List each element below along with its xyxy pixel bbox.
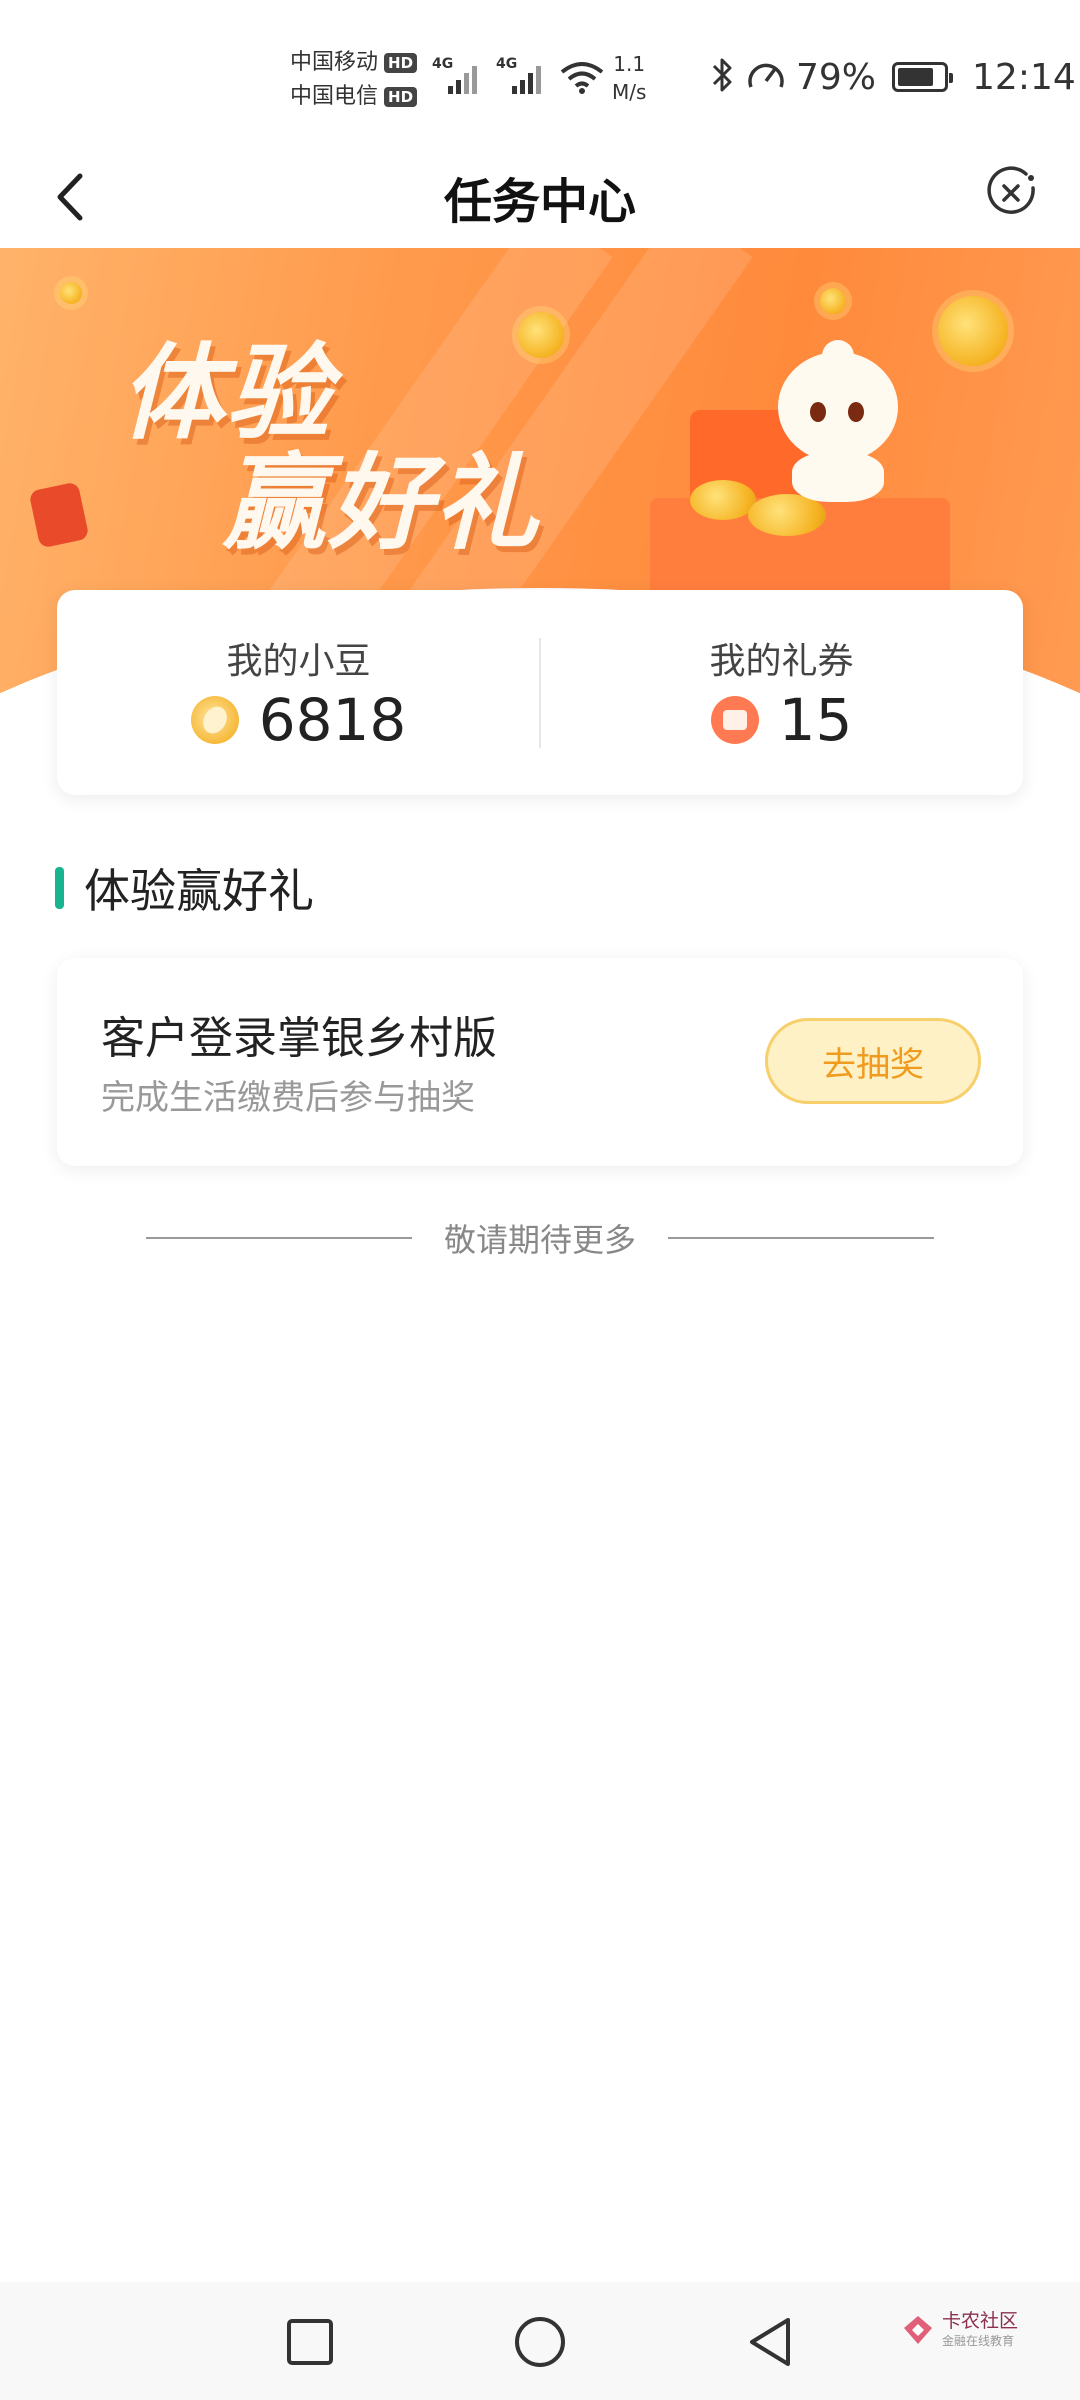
signal-icon: 4G [432, 56, 490, 102]
battery-percent: 79% [796, 56, 877, 98]
coming-soon-divider: 敬请期待更多 [146, 1212, 935, 1264]
signal-icon: 4G [496, 56, 554, 102]
system-nav-bar: 卡农社区 金融在线教育 [0, 2282, 1080, 2400]
recent-apps-button[interactable] [280, 2312, 340, 2372]
status-bar: 中国移动 HD 中国电信 HD 4G 4G 1.1 M/s 79% 12:14 [0, 0, 1080, 140]
speed-unit: M/s [612, 80, 647, 104]
coin-pile-icon [690, 480, 756, 520]
task-title: 客户登录掌银乡村版 [101, 1013, 497, 1064]
section-accent-bar [55, 867, 64, 909]
coin-decoration-icon [820, 288, 846, 314]
coin-decoration-icon [938, 296, 1008, 366]
carrier-2-label: 中国电信 [290, 84, 379, 109]
network-speed: 1.1 M/s [612, 50, 646, 106]
coupon-icon [710, 696, 759, 744]
speed-value: 1.1 [613, 52, 646, 76]
bean-icon [190, 696, 239, 744]
carrier-1-label: 中国移动 [290, 50, 379, 75]
watermark: 卡农社区 金融在线教育 [900, 2310, 1018, 2349]
coin-decoration-icon [518, 312, 564, 358]
bluetooth-icon [710, 56, 736, 98]
beans-label: 我的小豆 [226, 641, 371, 682]
triangle-back-icon [750, 2318, 790, 2366]
battery-icon [892, 62, 954, 92]
coin-decoration-icon [60, 282, 82, 304]
status-right: 79% 12:14 [710, 56, 1076, 98]
network-type-label: 4G [496, 56, 518, 72]
banner-headline-2: 赢好礼 [222, 442, 541, 564]
coming-soon-text: 敬请期待更多 [444, 1221, 637, 1259]
home-button[interactable] [510, 2312, 570, 2372]
speedometer-icon [746, 57, 786, 97]
hd-badge: HD [384, 53, 418, 73]
nav-bar: 任务中心 [0, 140, 1080, 250]
coupons-value: 15 [778, 686, 853, 754]
divider-line [146, 1237, 412, 1239]
watermark-logo-icon [904, 2315, 932, 2344]
close-button[interactable] [976, 158, 1046, 228]
task-card: 客户登录掌银乡村版 完成生活缴费后参与抽奖 去抽奖 [57, 958, 1023, 1166]
my-coupons[interactable]: 我的礼券 15 [540, 590, 1023, 795]
network-type-label: 4G [432, 56, 454, 72]
circle-icon [515, 2317, 565, 2367]
carrier-info: 中国移动 HD 中国电信 HD [290, 46, 418, 114]
task-description: 完成生活缴费后参与抽奖 [101, 1078, 475, 1118]
battery-cap [949, 73, 954, 83]
points-card: 我的小豆 6818 我的礼券 15 [57, 590, 1023, 795]
mascot-icon [778, 340, 898, 502]
clock: 12:14 [972, 56, 1076, 98]
page-title: 任务中心 [443, 174, 636, 230]
back-nav-button[interactable] [740, 2312, 800, 2372]
section-title: 体验赢好礼 [84, 864, 314, 918]
square-icon [287, 2319, 333, 2365]
coupons-label: 我的礼券 [709, 641, 854, 682]
draw-lottery-button[interactable]: 去抽奖 [765, 1018, 981, 1104]
my-beans[interactable]: 我的小豆 6818 [57, 590, 540, 795]
battery-level [898, 68, 934, 86]
beans-value: 6818 [258, 686, 407, 754]
section-header: 体验赢好礼 [55, 858, 314, 918]
divider-line [668, 1237, 935, 1239]
watermark-subtext: 金融在线教育 [942, 2334, 1015, 2348]
watermark-text: 卡农社区 [942, 2310, 1019, 2332]
close-circle-icon [987, 166, 1035, 214]
wifi-icon [560, 60, 604, 98]
hd-badge: HD [384, 87, 418, 107]
